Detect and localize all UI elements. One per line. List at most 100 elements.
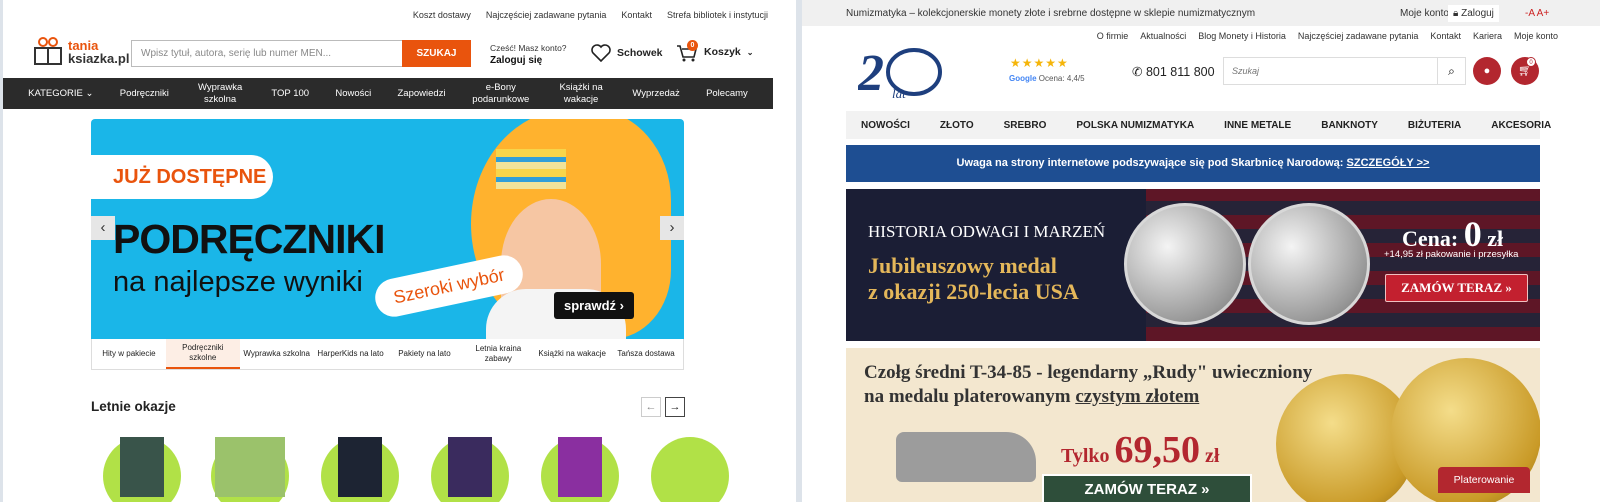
banner-price: Tylko 69,50 zł: [1061, 428, 1219, 472]
login-button[interactable]: 🔒︎ Zaloguj: [1448, 5, 1499, 22]
main-nav: NOWOŚCI ZŁOTO SREBRO POLSKA NUMIZMATYKA …: [846, 111, 1551, 139]
product-thumb[interactable]: [103, 437, 181, 502]
nav-item[interactable]: Zapowiedzi: [398, 88, 446, 100]
nav-item[interactable]: ZŁOTO: [940, 120, 974, 131]
price-value: 0: [1463, 214, 1482, 254]
tank-medal-banner[interactable]: Czołg średni T-34-85 - legendarny „Rudy"…: [846, 348, 1540, 502]
nav-item[interactable]: Polecamy: [706, 88, 748, 100]
price-label: Cena:: [1402, 226, 1459, 251]
account-box[interactable]: Cześć! Masz konto? Zaloguj się: [490, 42, 567, 67]
header-link[interactable]: Najczęściej zadawane pytania: [1298, 31, 1419, 41]
nav-item[interactable]: e-Bony podarunkowe: [472, 82, 530, 106]
prev-slide-arrow-icon[interactable]: ‹: [91, 216, 115, 240]
rating-text: Google Ocena: 4,4/5: [1009, 74, 1085, 83]
hero-banner[interactable]: JUŻ DOSTĘPNE PODRĘCZNIKI na najlepsze wy…: [91, 119, 684, 339]
cart-label: Koszyk: [704, 46, 741, 58]
cart-button[interactable]: 0 Koszyk ⌄: [676, 40, 753, 62]
medal-banner[interactable]: HISTORIA ODWAGI I MARZEŃ Jubileuszowy me…: [846, 189, 1540, 341]
site-logo[interactable]: 2 lat: [857, 44, 946, 105]
nav-item[interactable]: INNE METALE: [1224, 120, 1291, 131]
logo-line2: ksiazka.pl: [68, 51, 130, 66]
order-now-button[interactable]: ZAMÓW TERAZ »: [1042, 474, 1252, 502]
product-thumb[interactable]: [321, 437, 399, 502]
header-link[interactable]: O firmie: [1097, 31, 1129, 41]
svg-text:2: 2: [858, 45, 884, 100]
nav-item[interactable]: Podręczniki: [120, 88, 169, 100]
banner-title-highlight: czystym złotem: [1075, 386, 1200, 407]
anniversary-logo: 2 lat: [857, 45, 942, 102]
product-thumb[interactable]: [211, 437, 289, 502]
top-link[interactable]: Koszt dostawy: [413, 10, 471, 20]
top-bar: Numizmatyka – kolekcjonerskie monety zło…: [802, 0, 1600, 26]
banner-kicker: HISTORIA ODWAGI I MARZEŃ: [868, 222, 1106, 241]
header-link[interactable]: Aktualności: [1140, 31, 1186, 41]
heart-icon: [591, 44, 611, 62]
nav-item[interactable]: POLSKA NUMIZMATYKA: [1076, 120, 1194, 131]
hero-tab[interactable]: Tańsza dostawa: [609, 339, 683, 369]
header-link[interactable]: Blog Monety i Historia: [1198, 31, 1286, 41]
font-size-toggle[interactable]: -A A+: [1525, 8, 1549, 19]
banner-title-line: z okazji 250-lecia USA: [868, 279, 1079, 304]
header-link[interactable]: Moje konto: [1514, 31, 1558, 41]
header-link[interactable]: Kontakt: [1430, 31, 1461, 41]
rating-stars-icon: ★★★★★: [1010, 56, 1069, 70]
google-brand: Google: [1009, 74, 1037, 83]
arrow-right-icon[interactable]: →: [665, 397, 685, 417]
header-link[interactable]: Kariera: [1473, 31, 1502, 41]
top-link[interactable]: Strefa bibliotek i instytucji: [667, 10, 768, 20]
product-thumb[interactable]: [431, 437, 509, 502]
logo-lat: lat: [892, 86, 906, 100]
search-input[interactable]: [1224, 58, 1437, 84]
product-thumb[interactable]: [651, 437, 729, 502]
hero-cta-button[interactable]: sprawdź ›: [554, 292, 634, 319]
nav-item[interactable]: TOP 100: [271, 88, 309, 100]
login-label: Zaloguj: [1461, 8, 1494, 19]
price-currency: zł: [1205, 445, 1220, 467]
nav-categories[interactable]: KATEGORIE ⌄: [28, 88, 93, 100]
user-icon[interactable]: ●: [1473, 57, 1501, 85]
top-link[interactable]: Kontakt: [621, 10, 652, 20]
top-link[interactable]: Najczęściej zadawane pytania: [486, 10, 607, 20]
silver-coin-front: [1124, 203, 1246, 325]
nav-item[interactable]: BIŻUTERIA: [1408, 120, 1461, 131]
hero-tab[interactable]: Letnia kraina zabawy: [461, 339, 535, 369]
hero-title: PODRĘCZNIKI: [113, 216, 385, 262]
nav-item[interactable]: Wyprzedaż: [632, 88, 679, 100]
site-logo[interactable]: tania ksiazka.pl: [32, 34, 129, 70]
hero-tab[interactable]: Książki na wakacje: [535, 339, 609, 369]
owl-book-icon: [34, 37, 62, 65]
nav-item[interactable]: Nowości: [335, 88, 371, 100]
search-icon[interactable]: ⌕: [1437, 58, 1465, 84]
warning-link[interactable]: SZCZEGÓŁY >>: [1347, 157, 1430, 169]
next-slide-arrow-icon[interactable]: ›: [660, 216, 684, 240]
hero-tab[interactable]: Hity w pakiecie: [92, 339, 166, 369]
login-link[interactable]: Zaloguj się: [490, 55, 542, 66]
banner-title: Czołg średni T-34-85 - legendarny „Rudy"…: [864, 361, 1312, 409]
nav-item[interactable]: Wyprawka szkolna: [195, 82, 245, 106]
favorites-label: Schowek: [617, 47, 663, 59]
cart-count-badge: 0: [687, 40, 698, 51]
nav-item[interactable]: SREBRO: [1004, 120, 1047, 131]
phone-number[interactable]: ✆ 801 811 800: [1132, 64, 1215, 79]
search-button[interactable]: SZUKAJ: [402, 40, 471, 67]
favorites-button[interactable]: Schowek: [591, 44, 663, 62]
banner-title: Jubileuszowy medal z okazji 250-lecia USA: [868, 253, 1079, 305]
nav-item[interactable]: AKCESORIA: [1491, 120, 1551, 131]
nav-item[interactable]: NOWOŚCI: [861, 120, 910, 131]
nav-item[interactable]: BANKNOTY: [1321, 120, 1378, 131]
phone-text: 801 811 800: [1145, 65, 1215, 79]
hero-tab[interactable]: HarperKids na lato: [314, 339, 388, 369]
chevron-down-icon: ⌄: [85, 87, 94, 99]
my-account-label: Moje konto:: [1400, 8, 1452, 19]
order-now-button[interactable]: ZAMÓW TERAZ »: [1385, 274, 1528, 302]
rating-value: Ocena: 4,4/5: [1038, 74, 1085, 83]
arrow-left-icon[interactable]: ←: [641, 397, 661, 417]
hero-tab[interactable]: Pakiety na lato: [388, 339, 462, 369]
hero-tab[interactable]: Wyprawka szkolna: [240, 339, 314, 369]
search-input[interactable]: [131, 40, 402, 67]
taniaksiazka-page: Koszt dostawy Najczęściej zadawane pytan…: [3, 0, 796, 502]
hero-tab-active[interactable]: Podręczniki szkolne: [165, 339, 240, 369]
phone-icon: ✆: [1132, 65, 1143, 79]
product-thumb[interactable]: [541, 437, 619, 502]
nav-item[interactable]: Książki na wakacje: [556, 82, 606, 106]
